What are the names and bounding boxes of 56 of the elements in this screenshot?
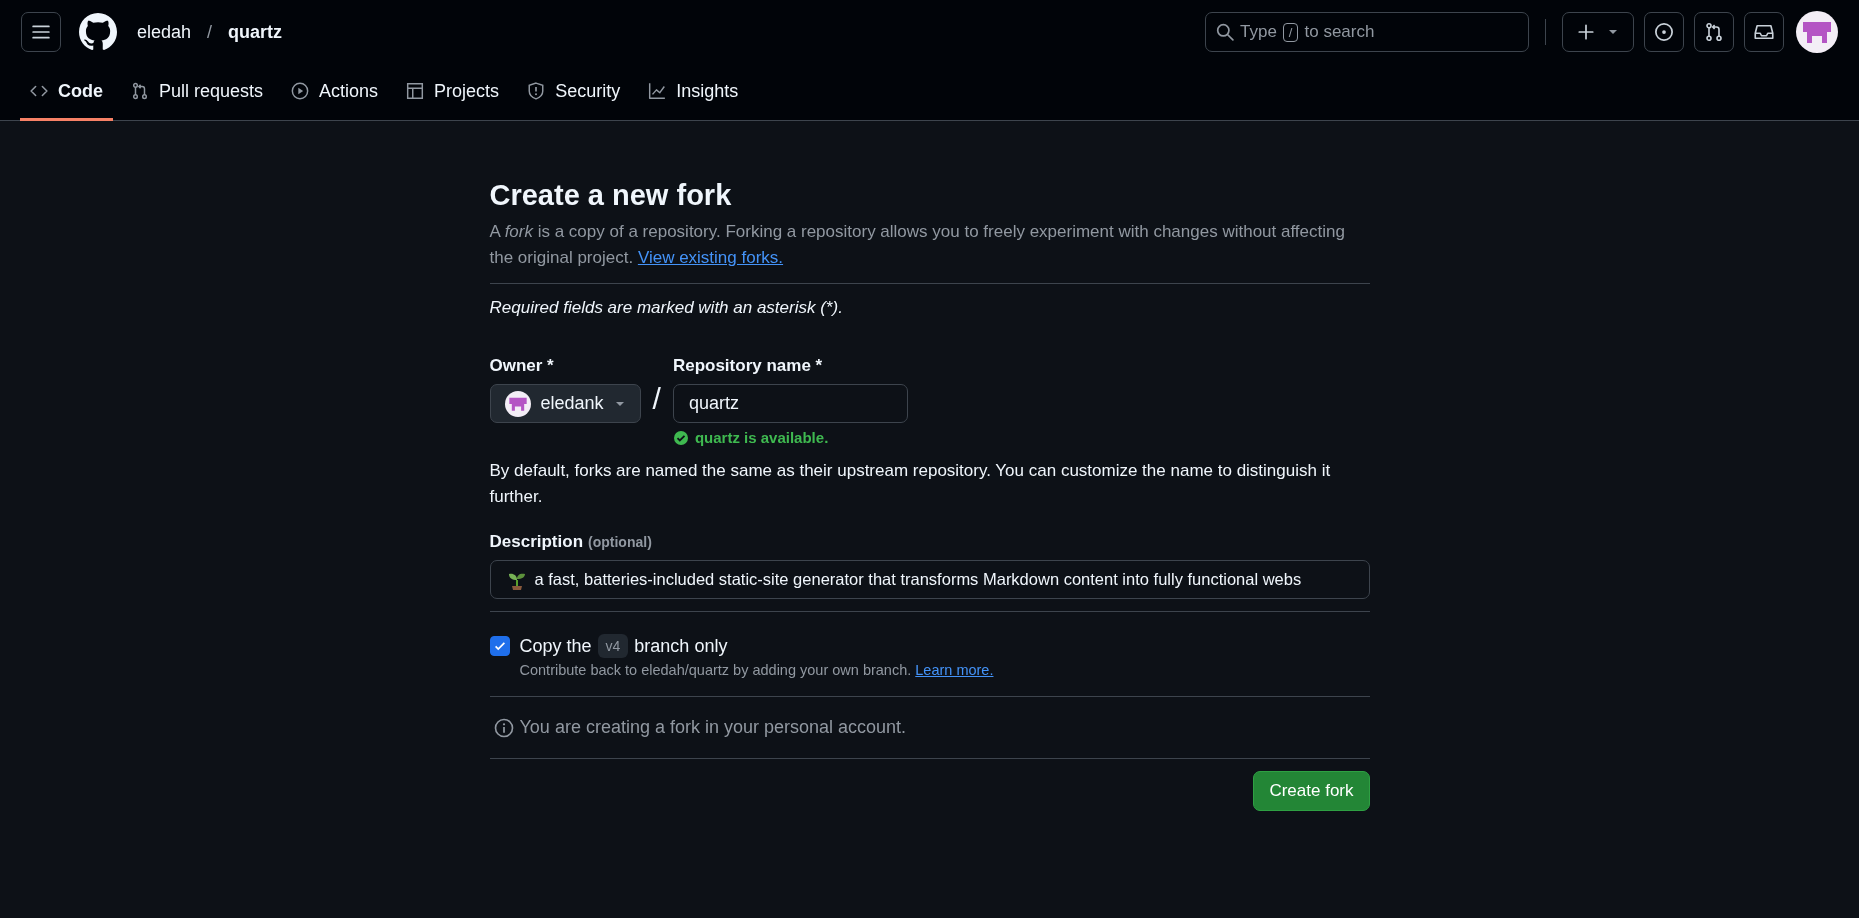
create-new-button[interactable] [1562, 12, 1634, 52]
menu-icon [32, 23, 50, 41]
inbox-button[interactable] [1744, 12, 1784, 52]
intro-text: A fork is a copy of a repository. Forking a repository allows you to freely experiment with changes without affecting the original project. View existing forks. [489, 221, 1346, 269]
pull-requests-button[interactable] [1694, 12, 1734, 52]
view-forks-link[interactable]: View existing forks. [637, 248, 784, 267]
description-field[interactable]: a fast, batteries-included static-site generator that transforms Markdown content into fully functional webs [489, 560, 1370, 599]
repo-tab[interactable]: Pull requests [121, 64, 274, 121]
repo-tab[interactable]: Projects [396, 64, 510, 121]
breadcrumb-separator: / [207, 21, 213, 43]
account-note: You are creating a fork in your personal account. [519, 717, 907, 738]
table-icon [406, 82, 425, 100]
branch-name: v4 [597, 634, 629, 658]
pull-request-icon [1704, 22, 1724, 42]
availability-message: quartz is available. [694, 429, 829, 446]
menu-button[interactable] [21, 12, 61, 52]
repo-link[interactable]: quartz [228, 21, 283, 43]
naming-note: By default, forks are named the same as their upstream repository. You can customize the name to distinguish it further. [489, 460, 1332, 508]
owner-link[interactable]: eledah [137, 21, 192, 43]
pull-request-icon [131, 82, 149, 100]
owner-dropdown[interactable]: eledank [489, 384, 641, 423]
shield-icon [527, 82, 546, 100]
checkbox-label: Copy the [519, 635, 592, 657]
octocat-logo-icon[interactable] [79, 13, 117, 51]
line-graph-icon [648, 82, 667, 100]
play-icon [291, 82, 310, 100]
circle-dot-icon [1654, 22, 1674, 42]
plus-icon [1577, 23, 1595, 41]
optional-hint: (optional) [588, 534, 652, 550]
caret-icon [1607, 28, 1619, 36]
issues-button[interactable] [1644, 12, 1684, 52]
required-note: Required fields are marked with an asterisk (*). [489, 297, 844, 319]
repo-tab[interactable]: Actions [281, 64, 389, 121]
checkbox-label: branch only [634, 635, 728, 657]
avatar-icon[interactable] [1796, 11, 1838, 53]
page-title: Create a new fork [489, 178, 733, 213]
info-icon [493, 717, 514, 738]
inbox-icon [1754, 22, 1774, 42]
contribute-note: Contribute back to eledah/quartz by adding your own branch. Learn more. [519, 662, 995, 678]
repo-tab[interactable]: Insights [638, 64, 749, 121]
search-icon [1216, 23, 1234, 41]
create-fork-button[interactable]: Create fork [1253, 771, 1370, 811]
search-hint: to search [1304, 22, 1375, 42]
repo-name-label: Repository name * [672, 355, 824, 377]
shortcut-key: / [1282, 22, 1299, 42]
avatar-icon [504, 390, 531, 417]
search-hint: Type [1240, 22, 1277, 42]
repo-tab[interactable]: Security [517, 64, 631, 121]
description-label: Description [489, 531, 584, 553]
copy-branch-checkbox[interactable] [489, 636, 510, 656]
repo-name-field[interactable]: quartz [672, 384, 908, 423]
learn-more-link[interactable]: Learn more. [915, 662, 994, 678]
repo-tab[interactable]: Code [20, 64, 113, 121]
search-field[interactable]: Type / to search [1205, 12, 1529, 52]
name-separator: / [652, 382, 661, 416]
owner-label: Owner * [489, 355, 555, 377]
